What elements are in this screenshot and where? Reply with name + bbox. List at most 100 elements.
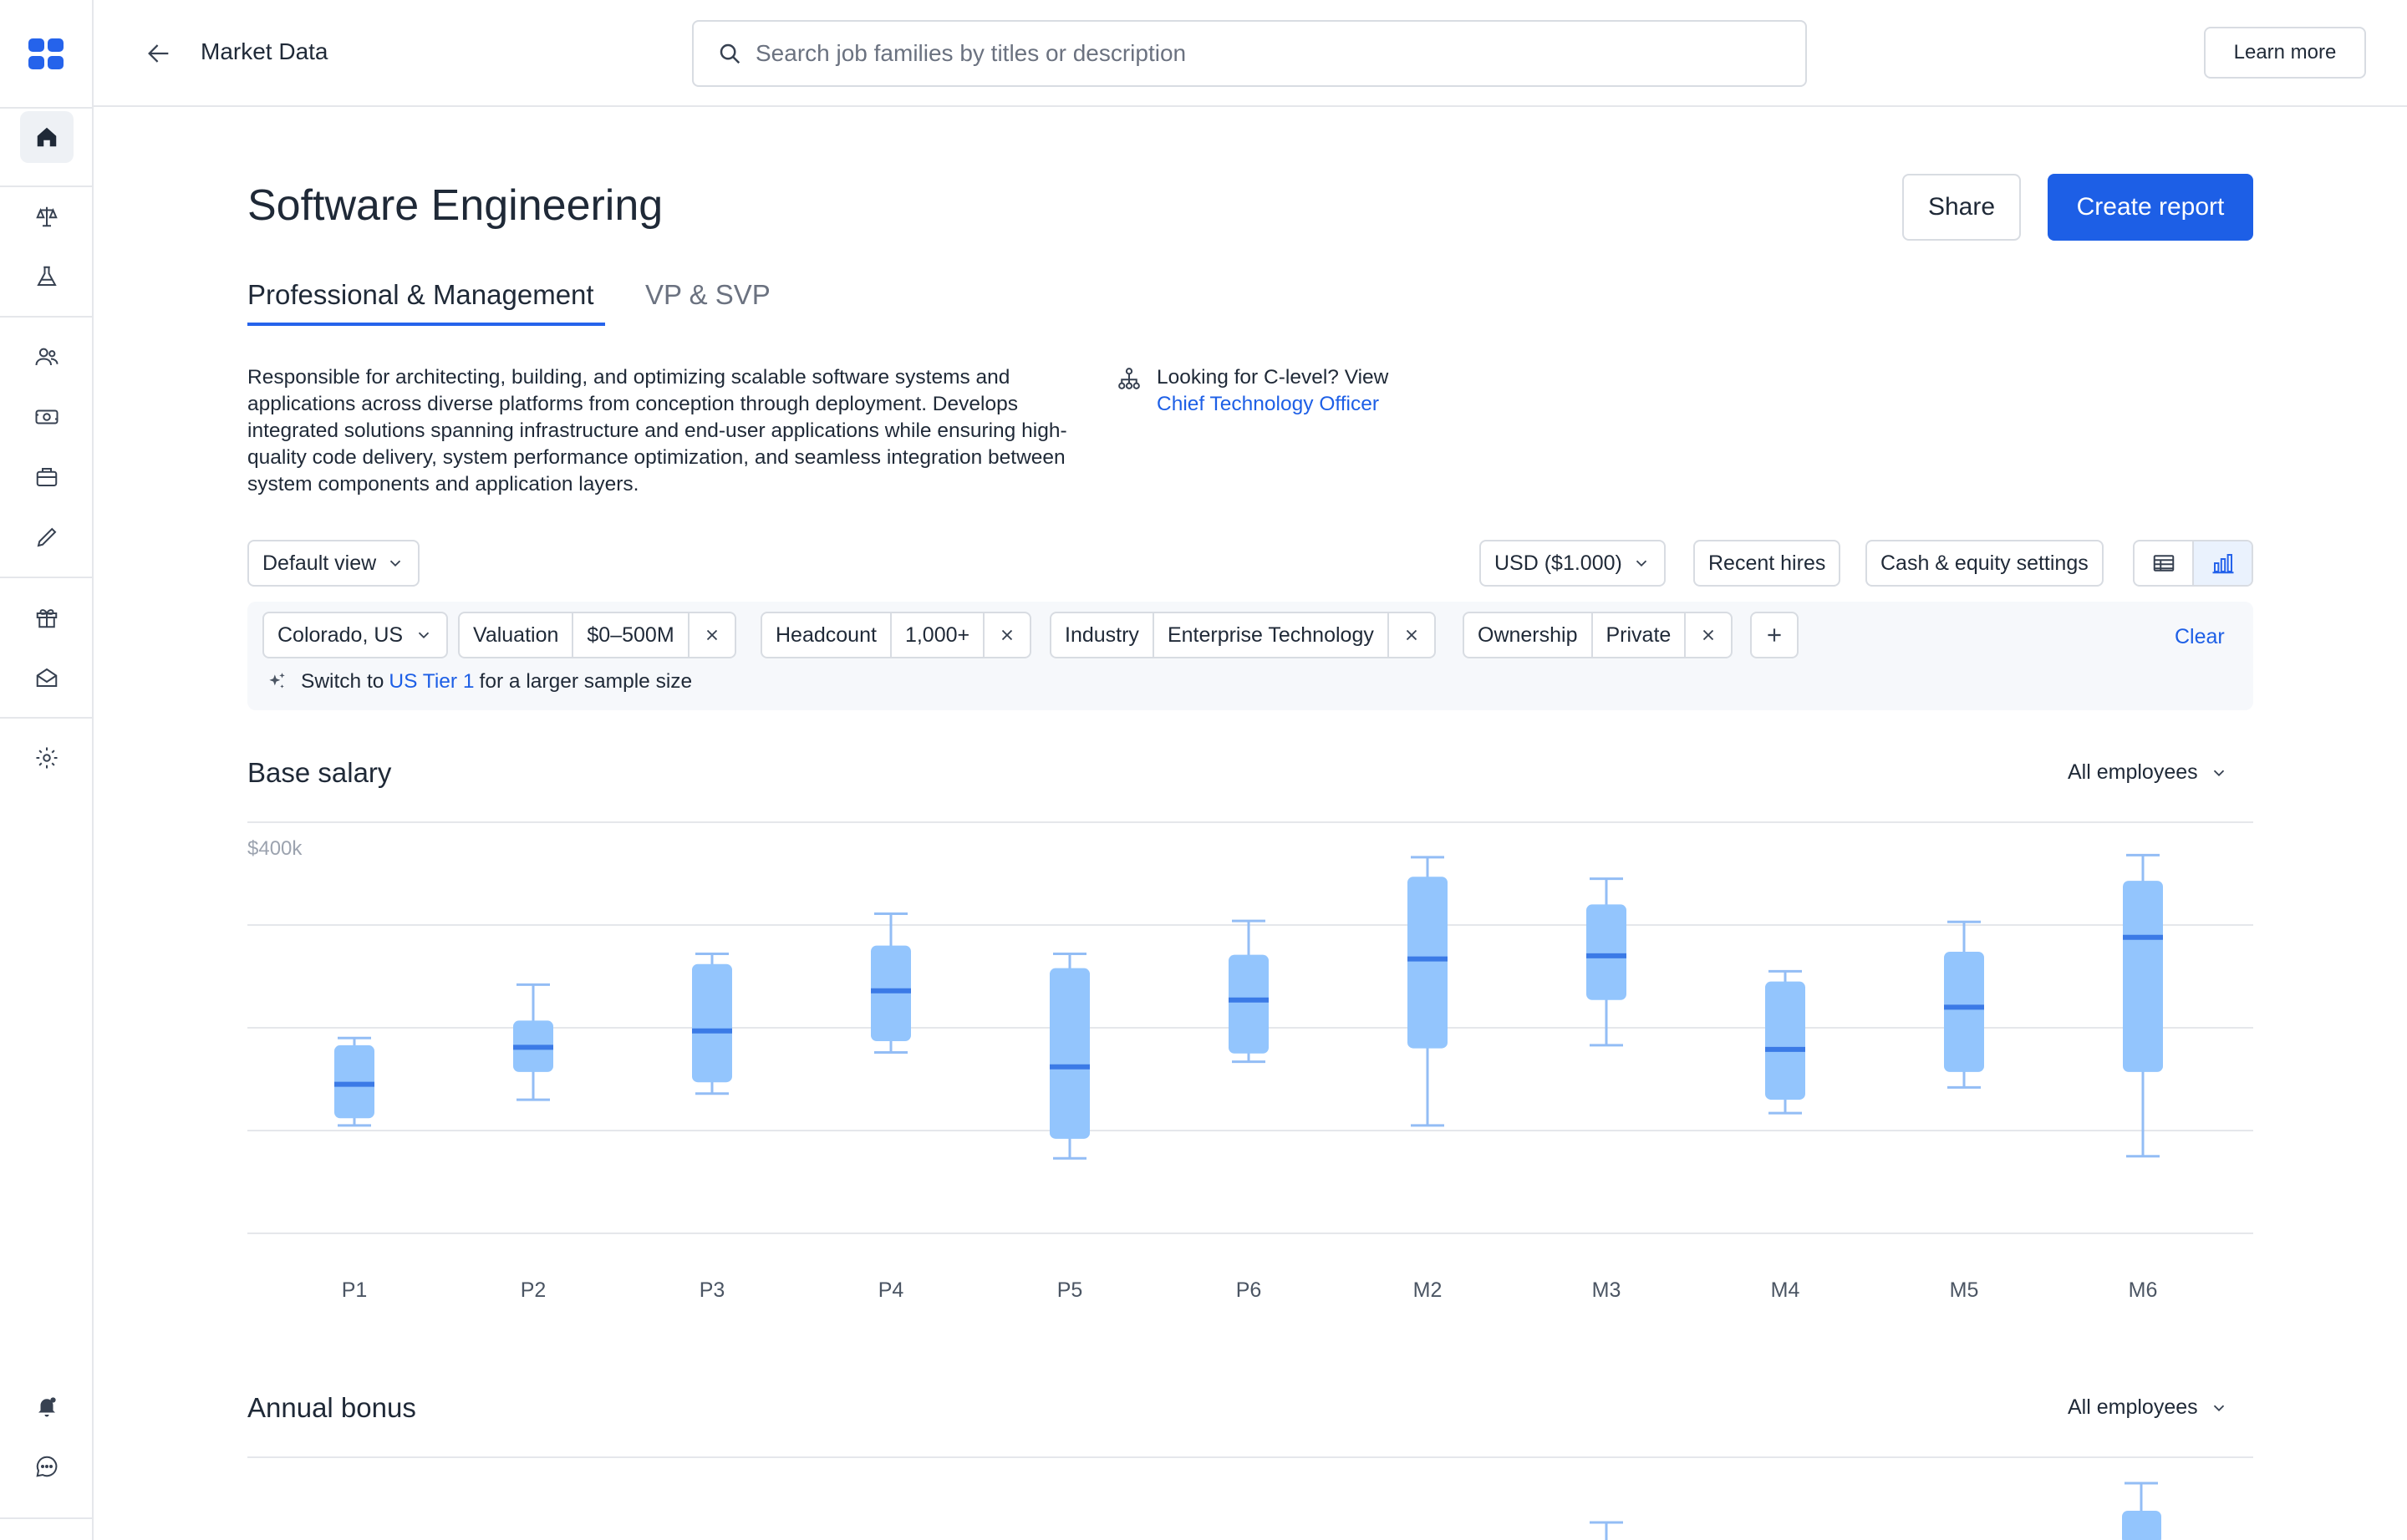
annual-bonus-partial-boxes bbox=[1590, 1482, 2161, 1540]
x-tick-label: P6 bbox=[1236, 1278, 1262, 1302]
sidebar-item-inbox[interactable] bbox=[20, 652, 74, 704]
base-salary-title: Base salary bbox=[247, 757, 392, 788]
box-p2 bbox=[513, 983, 553, 1101]
x-axis-labels: P1 P2 P3 P4 P5 P6 M2 M3 M4 M5 M6 bbox=[342, 1278, 2158, 1302]
recent-hires-label: Recent hires bbox=[1708, 551, 1826, 575]
location-filter[interactable]: Colorado, US bbox=[262, 612, 449, 658]
app-logo[interactable] bbox=[28, 38, 65, 70]
chart-view-button[interactable] bbox=[2192, 541, 2252, 585]
sidebar-item-home[interactable] bbox=[20, 111, 74, 163]
cto-link[interactable]: Chief Technology Officer bbox=[1157, 391, 1379, 418]
view-select[interactable]: Default view bbox=[247, 540, 420, 587]
box-p3 bbox=[692, 952, 732, 1095]
top-bar: Market Data Learn more bbox=[94, 0, 2407, 107]
remove-filter-button[interactable] bbox=[1684, 613, 1731, 657]
cash-equity-label: Cash & equity settings bbox=[1880, 551, 2089, 575]
box-p5 bbox=[1050, 952, 1090, 1160]
org-chart-icon bbox=[1118, 368, 1140, 389]
annual-bonus-employee-filter[interactable]: All employees bbox=[2068, 1395, 2228, 1420]
iqr-box bbox=[1944, 951, 1984, 1072]
table-icon bbox=[2153, 555, 2174, 572]
view-select-label: Default view bbox=[262, 551, 377, 575]
add-filter-button[interactable] bbox=[1750, 612, 1799, 658]
filter-chip-industry[interactable]: Industry Enterprise Technology bbox=[1050, 612, 1436, 658]
box-p1 bbox=[334, 1036, 374, 1127]
iqr-box bbox=[871, 945, 911, 1041]
scales-icon bbox=[36, 206, 58, 227]
home-icon bbox=[37, 127, 57, 147]
learn-more-button[interactable]: Learn more bbox=[2204, 27, 2366, 79]
sidebar-item-benefits[interactable] bbox=[20, 592, 74, 643]
sidebar-item-lab[interactable] bbox=[20, 251, 74, 302]
sidebar-item-scales[interactable] bbox=[20, 191, 74, 242]
iqr-box bbox=[1050, 968, 1090, 1139]
share-button[interactable]: Share bbox=[1902, 174, 2021, 241]
tab-vp-svp[interactable]: VP & SVP bbox=[645, 279, 771, 326]
sidebar-item-people[interactable] bbox=[20, 331, 74, 383]
iqr-box bbox=[2123, 881, 2163, 1072]
sidebar-item-chat[interactable] bbox=[20, 1441, 74, 1492]
remove-filter-button[interactable] bbox=[687, 613, 735, 657]
filter-chip-value: Enterprise Technology bbox=[1152, 613, 1387, 657]
x-tick-label: P5 bbox=[1057, 1278, 1083, 1302]
close-icon bbox=[1406, 629, 1417, 641]
create-report-button[interactable]: Create report bbox=[2048, 174, 2253, 241]
view-toggle bbox=[2133, 540, 2253, 587]
chevron-down-icon bbox=[2213, 770, 2224, 776]
tip-suffix: for a larger sample size bbox=[479, 670, 693, 693]
filter-chip-value: Private bbox=[1590, 613, 1685, 657]
clear-filters-link[interactable]: Clear bbox=[2175, 625, 2225, 649]
box-plot-series bbox=[334, 853, 2163, 1160]
employee-filter-label: All employees bbox=[2068, 760, 2198, 784]
filter-chip-valuation[interactable]: Valuation $0–500M bbox=[458, 612, 736, 658]
box-m3 bbox=[1586, 877, 1626, 1047]
chevron-down-icon bbox=[1636, 560, 1647, 567]
y-axis-top-label: $400k bbox=[247, 837, 303, 860]
clevel-prompt: Looking for C-level? View bbox=[1157, 366, 1389, 389]
plus-icon bbox=[1768, 628, 1781, 642]
cash-equity-settings-button[interactable]: Cash & equity settings bbox=[1865, 540, 2104, 587]
x-tick-label: P3 bbox=[700, 1278, 725, 1302]
filter-chip-label: Headcount bbox=[776, 623, 877, 647]
remove-filter-button[interactable] bbox=[983, 613, 1030, 657]
filter-chip-ownership[interactable]: Ownership Private bbox=[1463, 612, 1733, 658]
box-m2 bbox=[1407, 856, 1448, 1127]
filter-panel: Colorado, US Valuation $0–500M Headcount… bbox=[247, 602, 2253, 710]
x-tick-label: M5 bbox=[1950, 1278, 1979, 1302]
arrow-left-icon bbox=[148, 44, 169, 63]
inbox-icon bbox=[36, 668, 58, 687]
sidebar-item-notifications[interactable] bbox=[20, 1380, 74, 1432]
sidebar-item-edit[interactable] bbox=[20, 511, 74, 563]
base-salary-employee-filter[interactable]: All employees bbox=[2068, 760, 2228, 785]
chevron-down-icon bbox=[390, 560, 401, 567]
page-title: Software Engineering bbox=[247, 181, 664, 230]
currency-select[interactable]: USD ($1.000) bbox=[1479, 540, 1666, 587]
iqr-box bbox=[692, 963, 732, 1083]
job-family-description: Responsible for architecting, building, … bbox=[247, 366, 1067, 496]
table-view-button[interactable] bbox=[2135, 541, 2192, 585]
filter-chip-label: Ownership bbox=[1478, 623, 1578, 647]
us-tier-1-link[interactable]: US Tier 1 bbox=[389, 670, 474, 694]
box-m5 bbox=[1944, 920, 1984, 1089]
remove-filter-button[interactable] bbox=[1387, 613, 1434, 657]
sidebar-item-settings[interactable] bbox=[20, 732, 74, 784]
employee-filter-label: All employees bbox=[2068, 1395, 2198, 1419]
x-tick-label: M3 bbox=[1592, 1278, 1621, 1302]
sparkle-icon bbox=[269, 673, 285, 689]
search-input[interactable] bbox=[756, 40, 1758, 67]
back-button[interactable] bbox=[142, 37, 176, 70]
box-p4 bbox=[871, 912, 911, 1055]
gear-icon bbox=[36, 747, 58, 769]
iqr-box bbox=[334, 1044, 374, 1119]
app-title: Market Data bbox=[201, 38, 328, 64]
x-tick-label: M4 bbox=[1771, 1278, 1800, 1302]
tab-professional-management[interactable]: Professional & Management bbox=[247, 279, 605, 326]
x-tick-label: P2 bbox=[521, 1278, 547, 1302]
search-box[interactable] bbox=[692, 20, 1807, 87]
x-tick-label: M6 bbox=[2129, 1278, 2158, 1302]
pencil-icon bbox=[37, 527, 57, 547]
sidebar-item-compensation[interactable] bbox=[20, 391, 74, 443]
recent-hires-button[interactable]: Recent hires bbox=[1693, 540, 1841, 587]
filter-chip-headcount[interactable]: Headcount 1,000+ bbox=[761, 612, 1032, 658]
sidebar-item-jobs[interactable] bbox=[20, 451, 74, 503]
